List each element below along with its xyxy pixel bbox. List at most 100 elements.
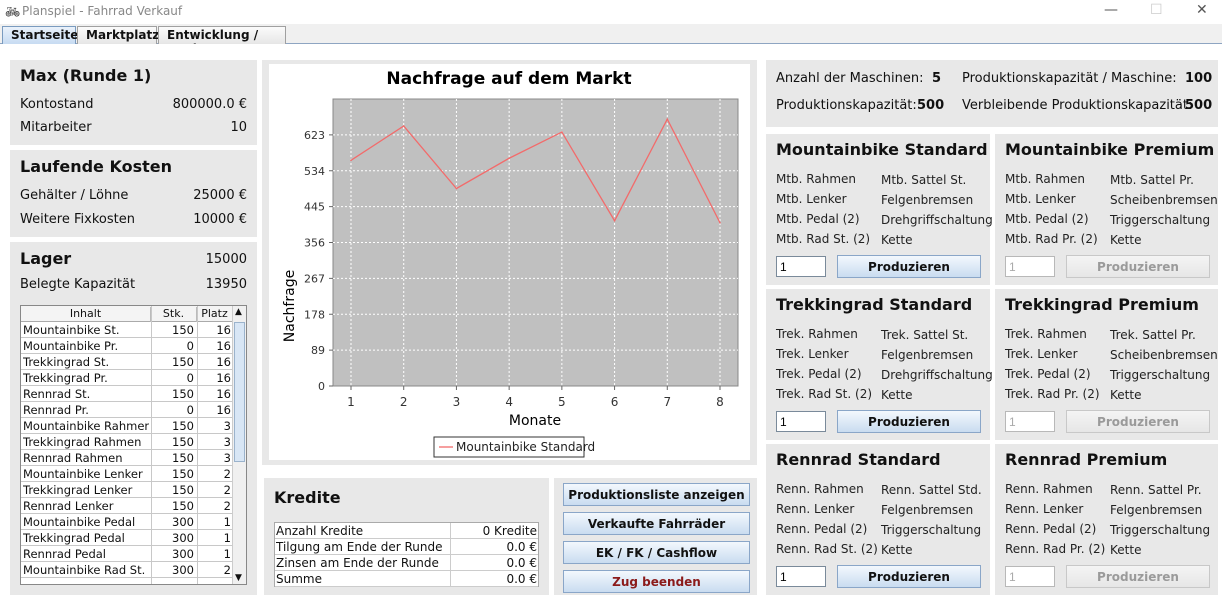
column-header-platz[interactable]: Platz [197, 307, 233, 322]
kosten-title: Laufende Kosten [20, 157, 172, 176]
title-bar: 🚲︎ Planspiel - Fahrrad Verkauf — ☐ ✕ [0, 0, 1222, 24]
table-row[interactable]: Rennrad Rahmen 150 3 [21, 450, 233, 466]
verbleibend-value: 500 [1185, 98, 1213, 113]
part-label: Felgenbremsen [881, 193, 974, 207]
chart-title: Nachfrage auf dem Markt [386, 69, 631, 89]
cell-inhalt: Trekkingrad Lenker [23, 483, 133, 497]
tab-marktplatz[interactable]: Marktplatz [77, 26, 159, 44]
cell-platz: 16 [216, 323, 231, 337]
quantity-input[interactable] [776, 411, 826, 432]
data-point [719, 221, 721, 224]
table-row[interactable]: Mountainbike Rahmen 150 3 [21, 418, 233, 434]
part-label: Trek. Rahmen [1005, 327, 1087, 341]
zug-beenden-button[interactable]: Zug beenden [563, 570, 750, 593]
part-label: Felgenbremsen [881, 503, 974, 517]
y-tick-label: 623 [304, 129, 325, 142]
table-row[interactable]: Rennrad Pr. 0 16 [21, 402, 233, 418]
kredite-label: Tilgung am Ende der Runde [276, 540, 443, 554]
part-label: Scheibenbremsen [1110, 348, 1218, 362]
y-tick-label: 356 [304, 237, 325, 250]
bicycle-icon: 🚲︎ [5, 5, 21, 19]
lager-scrollbar[interactable]: ▲ ▼ [232, 306, 246, 584]
cell-platz: 16 [216, 339, 231, 353]
column-divider [197, 306, 198, 584]
table-row[interactable]: Mountainbike Rad St. 300 2 [21, 562, 233, 578]
cell-inhalt: Rennrad Pr. [23, 403, 89, 417]
player-panel: Max (Runde 1) Kontostand 800000.0 € Mita… [10, 60, 257, 145]
part-label: Kette [1110, 543, 1142, 557]
table-row[interactable]: Mountainbike Pedal 300 1 [21, 514, 233, 530]
part-label: Triggerschaltung [881, 523, 982, 537]
quantity-input[interactable] [776, 256, 826, 277]
table-row[interactable]: Mountainbike Lenker 150 2 [21, 466, 233, 482]
chart-container: Nachfrage auf dem Markt Nachfrage Monate… [269, 64, 750, 460]
cell-platz: 3 [223, 419, 231, 433]
kapazitaet-label: Belegte Kapazität [20, 277, 136, 292]
part-label: Kette [881, 543, 913, 557]
table-row[interactable]: Trekkingrad St. 150 16 [21, 354, 233, 370]
product-title: Mountainbike Standard [776, 140, 988, 159]
produzieren-button[interactable]: Produzieren [837, 255, 981, 278]
produzieren-button[interactable]: Produzieren [837, 410, 981, 433]
lager-table[interactable]: Inhalt Stk. Platz Mountainbike St. 150 16 M… [20, 305, 247, 585]
part-label: Trek. Lenker [776, 347, 849, 361]
x-tick-label: 3 [453, 395, 461, 409]
scrollbar-thumb[interactable] [234, 322, 245, 462]
minimize-icon[interactable]: — [1104, 2, 1118, 18]
part-label: Trek. Rahmen [776, 327, 858, 341]
cashflow-button[interactable]: EK / FK / Cashflow [563, 541, 750, 564]
part-label: Triggerschaltung [1110, 523, 1211, 537]
table-row[interactable]: Rennrad St. 150 16 [21, 386, 233, 402]
quantity-input[interactable] [1005, 566, 1055, 587]
scroll-down-icon[interactable]: ▼ [235, 573, 242, 583]
quantity-input[interactable] [776, 566, 826, 587]
kapazitaet-total-label: Produktionskapazität: [776, 98, 917, 113]
part-label: Mtb. Pedal (2) [776, 212, 860, 226]
quantity-input[interactable] [1005, 411, 1055, 432]
table-row[interactable]: Trekkingrad Pedal 300 1 [21, 530, 233, 546]
column-header-stk[interactable]: Stk. [151, 307, 197, 322]
part-label: Trek. Rad St. (2) [776, 387, 873, 401]
table-row[interactable]: Mountainbike Pr. 0 16 [21, 338, 233, 354]
mitarbeiter-value: 10 [230, 120, 247, 135]
tab-entwicklung-bank[interactable]: Entwicklung / Bank [158, 26, 286, 56]
tab-startseite[interactable]: Startseite [2, 26, 78, 44]
table-row[interactable]: Trekkingrad Rahmen 150 3 [21, 434, 233, 450]
produzieren-button[interactable]: Produzieren [1066, 255, 1210, 278]
column-header-inhalt[interactable]: Inhalt [21, 307, 151, 322]
kredite-value: 0 Kredite [482, 524, 537, 538]
cell-inhalt: Rennrad St. [23, 387, 91, 401]
table-row[interactable]: Trekkingrad Pr. 0 16 [21, 370, 233, 386]
kredite-row: Tilgung am Ende der Runde 0.0 € [275, 539, 538, 555]
cell-stk: 300 [172, 515, 194, 529]
part-label: Mtb. Lenker [776, 192, 847, 206]
produzieren-button[interactable]: Produzieren [1066, 565, 1210, 588]
cell-inhalt: Rennrad Lenker [23, 499, 114, 513]
part-label: Trek. Pedal (2) [776, 367, 862, 381]
cell-platz: 16 [216, 371, 231, 385]
maschinen-panel: Anzahl der Maschinen: 5 Produktionskapaz… [766, 60, 1218, 127]
tab-bar: Startseite Marktplatz Entwicklung / Bank [0, 24, 1222, 56]
cell-platz: 3 [223, 435, 231, 449]
produzieren-button[interactable]: Produzieren [837, 565, 981, 588]
cell-inhalt: Trekkingrad Pedal [23, 531, 125, 545]
kredite-label: Summe [276, 572, 322, 586]
kredite-row: Summe 0.0 € [275, 571, 538, 587]
maximize-icon[interactable]: ☐ [1150, 2, 1163, 18]
part-label: Mtb. Sattel St. [881, 173, 967, 187]
kontostand-label: Kontostand [20, 97, 94, 112]
scroll-up-icon[interactable]: ▲ [235, 307, 242, 317]
table-row[interactable]: Rennrad Pedal 300 1 [21, 546, 233, 562]
part-label: Trek. Rad Pr. (2) [1005, 387, 1100, 401]
verkaufte-fahrraeder-button[interactable]: Verkaufte Fahrräder [563, 512, 750, 535]
cell-stk: 300 [172, 563, 194, 577]
produzieren-button[interactable]: Produzieren [1066, 410, 1210, 433]
close-icon[interactable]: ✕ [1196, 2, 1208, 18]
part-label: Kette [1110, 388, 1142, 402]
table-row[interactable]: Trekkingrad Lenker 150 2 [21, 482, 233, 498]
table-row[interactable]: Mountainbike St. 150 16 [21, 322, 233, 338]
produktionsliste-button[interactable]: Produktionsliste anzeigen [563, 483, 750, 506]
table-row[interactable]: Rennrad Lenker 150 2 [21, 498, 233, 514]
quantity-input[interactable] [1005, 256, 1055, 277]
part-label: Triggerschaltung [1110, 213, 1211, 227]
